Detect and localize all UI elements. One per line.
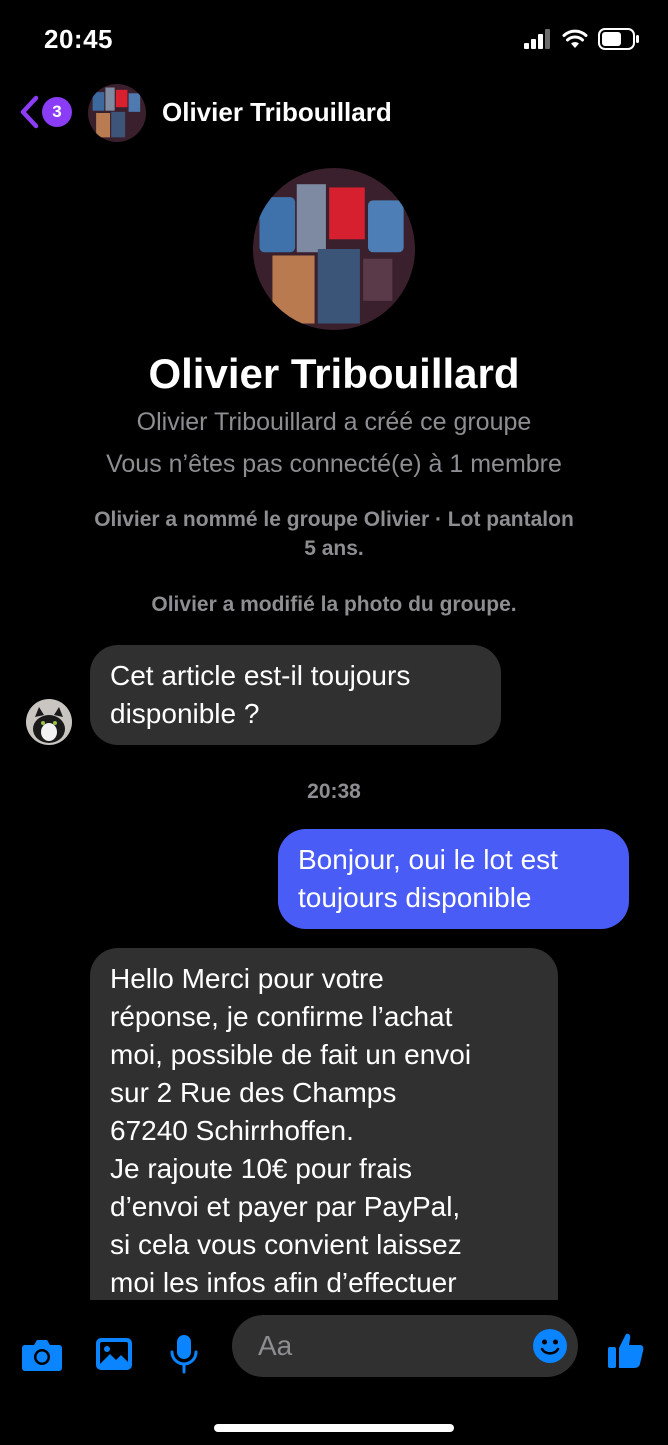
sender-avatar[interactable] [26,699,72,745]
group-name: Olivier Tribouillard [148,350,520,397]
message-text-line: Hello Merci pour votre [110,963,384,994]
conversation-title[interactable]: Olivier Tribouillard [162,97,392,128]
battery-icon [598,28,639,50]
connection-status-text: Vous n’êtes pas connecté(e) à 1 membre [106,450,562,478]
message-composer: Aa [0,1300,668,1445]
system-message-rename: Olivier a nommé le groupe Olivier · Lot … [40,505,628,563]
conversation-header: 3 Olivier Tribouillard [0,80,668,148]
message-text-line: toujours disponible [298,882,532,913]
emoji-icon[interactable] [532,1328,568,1369]
signal-icon [524,29,550,49]
message-bubble-outgoing[interactable]: Bonjour, oui le lot est toujours disponi… [278,829,629,929]
message-text-line: Je rajoute 10€ pour frais [110,1153,412,1184]
message-input[interactable]: Aa [232,1315,578,1377]
status-icons [524,28,640,50]
message-text-line: disponible ? [110,698,260,729]
thumbs-up-icon[interactable] [604,1328,648,1372]
group-avatar[interactable] [88,84,146,142]
message-text-line: sur 2 Rue des Champs [110,1077,397,1108]
group-created-text: Olivier Tribouillard a créé ce groupe [136,408,532,436]
message-text-line: moi les infos afin d’effectuer [110,1267,457,1298]
message-text-line: Cet article est-il toujours [110,660,411,691]
message-bubble-incoming-long[interactable]: Hello Merci pour votre réponse, je confi… [90,948,558,1348]
camera-icon[interactable] [20,1332,64,1376]
back-button[interactable]: 3 [18,94,72,130]
group-photo[interactable] [253,168,415,330]
system-message-photo: Olivier a modifié la photo du groupe. [151,593,517,616]
message-text-line: moi, possible de fait un envoi [110,1039,472,1070]
image-icon[interactable] [92,1332,136,1376]
wifi-icon [562,29,588,48]
unread-count-badge: 3 [42,97,72,127]
message-bubble-incoming[interactable]: Cet article est-il toujours disponible ? [90,645,501,745]
system-message-rename-line1: Olivier a nommé le groupe Olivier · Lot … [94,508,574,531]
chevron-left-icon [20,95,39,129]
status-bar: 20:45 [0,0,668,80]
message-input-placeholder: Aa [258,1330,293,1361]
message-text-line: Bonjour, oui le lot est [298,844,558,875]
message-text-line: d’envoi et payer par PayPal, [110,1191,461,1222]
status-time: 20:45 [44,24,113,54]
message-text-line: 67240 Schirrhoffen. [110,1115,354,1146]
message-timestamp: 20:38 [307,780,361,803]
home-indicator [214,1424,454,1432]
message-text-line: si cela vous convient laissez [110,1229,462,1260]
microphone-icon[interactable] [162,1332,206,1376]
system-message-rename-line2: 5 ans. [304,537,364,560]
message-text-line: réponse, je confirme l’achat [110,1001,453,1032]
